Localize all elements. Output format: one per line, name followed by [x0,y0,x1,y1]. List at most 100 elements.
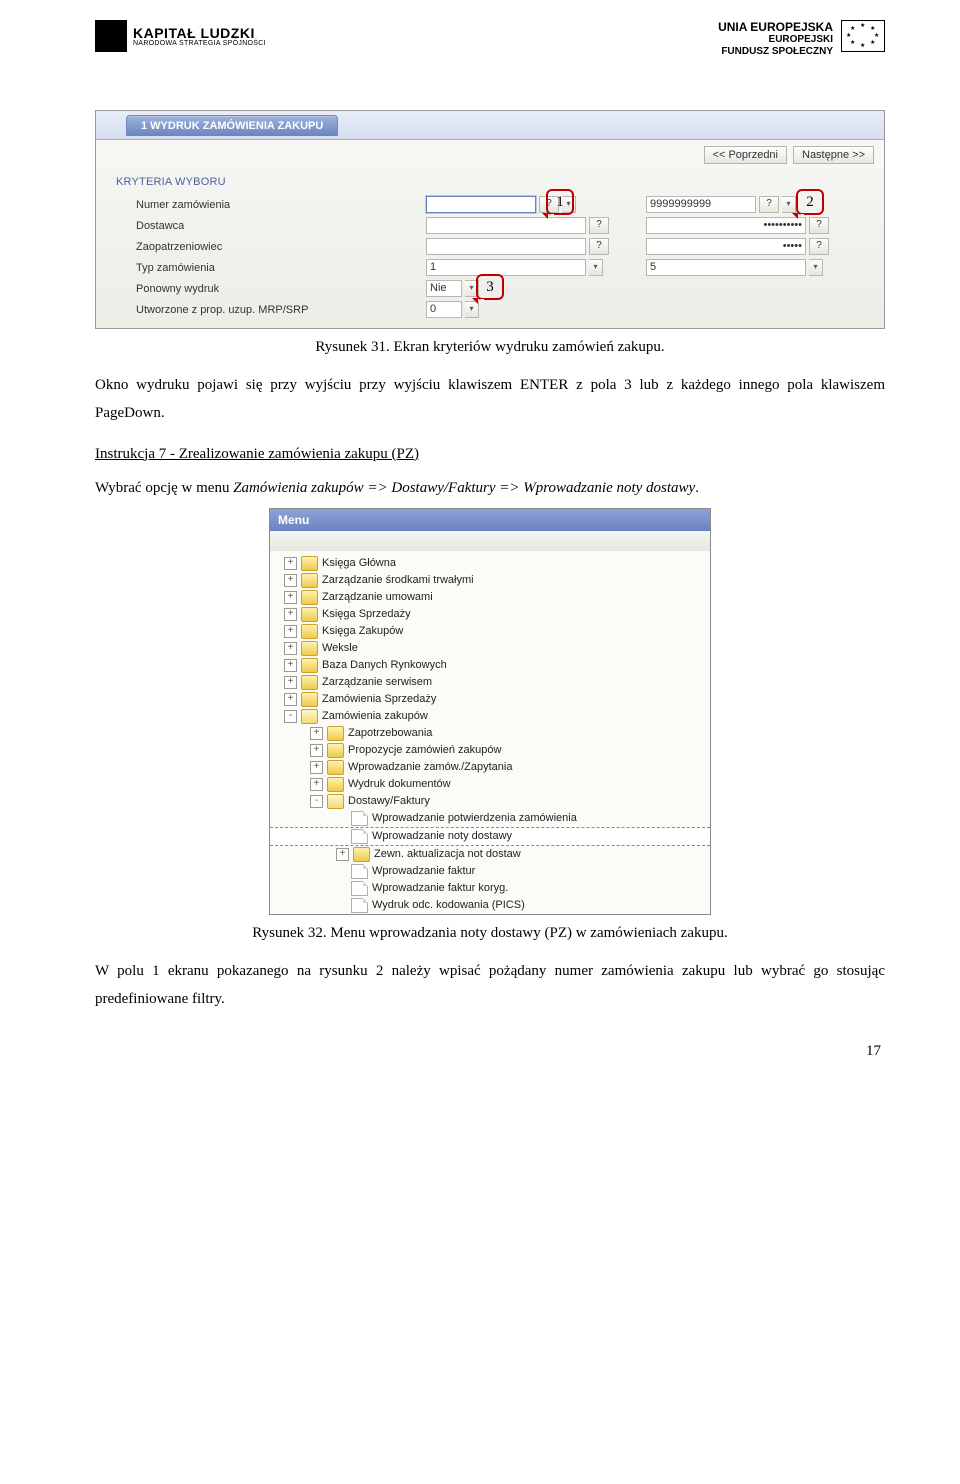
callout-2: 2 [796,189,824,215]
spacer [336,883,347,894]
expand-icon[interactable]: + [310,727,323,740]
lookup-icon[interactable]: ? [809,217,829,234]
dostawca-to-input[interactable]: •••••••••• [646,217,806,234]
tree-item[interactable]: Wprowadzanie faktur koryg. [270,880,710,897]
caption-fig-32: Rysunek 32. Menu wprowadzania noty dosta… [95,925,885,942]
utworzone-input[interactable]: 0 [426,301,462,318]
tree-item[interactable]: + Księga Główna [270,555,710,572]
tree-item[interactable]: -Zamówienia zakupów [270,708,710,725]
tab-active[interactable]: 1 WYDRUK ZAMÓWIENIA ZAKUPU [126,115,338,136]
numer-to-input[interactable]: 9999999999 [646,196,756,213]
collapse-icon[interactable]: - [284,710,297,723]
zaop-from-input[interactable] [426,238,586,255]
zaop-to-input[interactable]: ••••• [646,238,806,255]
tree-item[interactable]: Wprowadzanie noty dostawy [270,827,710,846]
menu-toolbar [270,531,710,551]
folder-open-icon [301,709,318,724]
heading-instruction-7: Instrukcja 7 - Zrealizowanie zamówienia … [95,446,885,463]
expand-icon[interactable]: + [336,848,349,861]
tree-item-label: Zapotrzebowania [348,727,432,739]
tree-item[interactable]: -Dostawy/Faktury [270,793,710,810]
folder-icon [301,692,318,707]
file-icon [351,898,368,913]
folder-icon [301,675,318,690]
spacer [336,813,347,824]
lookup-icon[interactable]: ? [589,217,609,234]
logo-right-line3: FUNDUSZ SPOŁECZNY [718,46,833,58]
expand-icon[interactable]: + [284,608,297,621]
tree-item-label: Księga Zakupów [322,625,403,637]
tree-item[interactable]: +Księga Sprzedaży [270,606,710,623]
tree-item[interactable]: Wprowadzanie potwierdzenia zamówienia [270,810,710,827]
lookup-icon[interactable]: ? [759,196,779,213]
folder-icon [327,726,344,741]
callout-1: 1 [546,189,574,215]
dostawca-from-input[interactable] [426,217,586,234]
expand-icon[interactable]: + [284,591,297,604]
folder-icon [327,777,344,792]
tree-item[interactable]: +Wprowadzanie zamów./Zapytania [270,759,710,776]
tree-item[interactable]: +Zarządzanie środkami trwałymi [270,572,710,589]
ponowny-input[interactable]: Nie [426,280,462,297]
logo-left-line2: NARODOWA STRATEGIA SPÓJNOŚCI [133,40,266,47]
dropdown-icon[interactable]: ▾ [809,259,823,276]
tree-item-label: Zewn. aktualizacja not dostaw [374,848,521,860]
menu-tree[interactable]: + Księga Główna +Zarządzanie środkami trwa… [270,551,710,914]
dropdown-icon[interactable]: ▾ [782,196,796,213]
logo-right-line1: UNIA EUROPEJSKA [718,20,833,34]
file-icon [351,881,368,896]
paragraph-2-period: . [695,480,699,496]
lookup-icon[interactable]: ? [589,238,609,255]
expand-icon[interactable]: + [284,676,297,689]
expand-icon[interactable]: + [284,557,297,570]
lookup-icon[interactable]: ? [809,238,829,255]
tree-item[interactable]: + Zarządzanie umowami [270,589,710,606]
folder-icon [301,607,318,622]
paragraph-2-text: Wybrać opcję w menu [95,480,233,496]
tree-item[interactable]: + Księga Zakupów [270,623,710,640]
expand-icon[interactable]: + [284,693,297,706]
folder-icon [327,743,344,758]
folder-open-icon [327,794,344,809]
tree-item-label: Baza Danych Rynkowych [322,659,447,671]
label-typ-zamowienia: Typ zamówienia [116,262,426,274]
tree-item[interactable]: + Zarządzanie serwisem [270,674,710,691]
label-utworzone-mrp: Utworzone z prop. uzup. MRP/SRP [116,304,426,316]
tree-item[interactable]: + Weksle [270,640,710,657]
expand-icon[interactable]: + [310,778,323,791]
next-button[interactable]: Następne >> [793,146,874,164]
expand-icon[interactable]: + [284,625,297,638]
tree-item[interactable]: + Zapotrzebowania [270,725,710,742]
expand-icon[interactable]: + [284,659,297,672]
typ-to-input[interactable]: 5 [646,259,806,276]
tree-item-label: Zarządzanie umowami [322,591,433,603]
tree-item[interactable]: + Baza Danych Rynkowych [270,657,710,674]
tree-item-label: Wydruk dokumentów [348,778,451,790]
logo-eu: UNIA EUROPEJSKA EUROPEJSKI FUNDUSZ SPOŁE… [718,20,885,58]
tree-item[interactable]: Wydruk odc. kodowania (PICS) [270,897,710,914]
collapse-icon[interactable]: - [310,795,323,808]
tree-item-label: Wprowadzanie potwierdzenia zamówienia [372,812,577,824]
tree-item[interactable]: Wprowadzanie faktur [270,863,710,880]
tree-item-label: Weksle [322,642,358,654]
expand-icon[interactable]: + [284,574,297,587]
folder-icon [301,658,318,673]
tree-item[interactable]: + Wydruk dokumentów [270,776,710,793]
numer-from-input[interactable] [426,196,536,213]
tree-item[interactable]: +Zamówienia Sprzedaży [270,691,710,708]
logo-right-line2: EUROPEJSKI [718,34,833,46]
tree-item[interactable]: + Zewn. aktualizacja not dostaw [270,846,710,863]
typ-from-input[interactable]: 1 [426,259,586,276]
dropdown-icon[interactable]: ▾ [589,259,603,276]
section-title: KRYTERIA WYBORU [116,176,868,194]
expand-icon[interactable]: + [310,761,323,774]
label-dostawca: Dostawca [116,220,426,232]
tree-item-label: Księga Główna [322,557,396,569]
folder-icon [301,624,318,639]
tree-item-label: Zarządzanie serwisem [322,676,432,688]
prev-button[interactable]: << Poprzedni [704,146,787,164]
folder-icon [301,641,318,656]
expand-icon[interactable]: + [310,744,323,757]
tree-item[interactable]: +Propozycje zamówień zakupów [270,742,710,759]
expand-icon[interactable]: + [284,642,297,655]
